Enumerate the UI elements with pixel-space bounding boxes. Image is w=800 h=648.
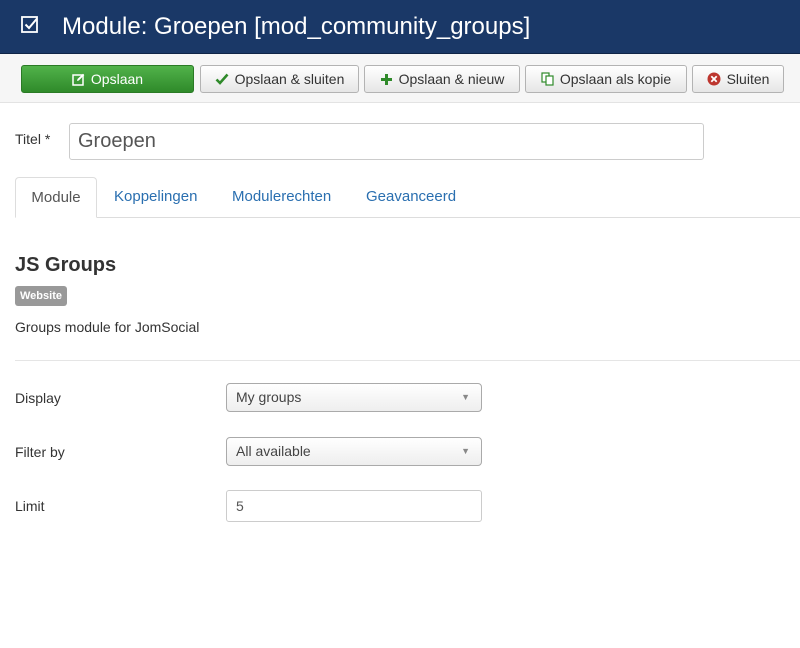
save-copy-label: Opslaan als kopie: [559, 71, 672, 87]
save-close-label: Opslaan & sluiten: [234, 71, 345, 87]
limit-label: Limit: [15, 498, 45, 514]
tab-koppelingen[interactable]: Koppelingen: [114, 177, 197, 218]
section-divider: [15, 360, 800, 361]
site-badge: Website: [15, 286, 67, 306]
check-icon: [215, 73, 229, 86]
limit-input[interactable]: [226, 490, 482, 522]
save-label: Opslaan: [90, 71, 144, 87]
tab-module[interactable]: Module: [15, 177, 97, 218]
display-value: My groups: [236, 389, 302, 405]
close-button[interactable]: Sluiten: [692, 65, 784, 93]
save-close-button[interactable]: Opslaan & sluiten: [200, 65, 359, 93]
plus-icon: [380, 73, 392, 85]
filter-select[interactable]: All available ▼: [226, 437, 482, 466]
save-new-label: Opslaan & nieuw: [398, 71, 505, 87]
page-title: Module: Groepen [mod_community_groups]: [62, 13, 531, 40]
title-input[interactable]: [69, 123, 704, 160]
module-description: Groups module for JomSocial: [15, 319, 200, 335]
close-circle-icon: [707, 72, 721, 86]
dropdown-arrow-icon: ▼: [461, 392, 470, 402]
save-button[interactable]: Opslaan: [21, 65, 194, 93]
edit-icon: [72, 73, 85, 86]
filter-value: All available: [236, 443, 311, 459]
toolbar: Opslaan Opslaan & sluiten Opslaan & nieu…: [0, 54, 800, 103]
display-select[interactable]: My groups ▼: [226, 383, 482, 412]
page-header: Module: Groepen [mod_community_groups]: [0, 0, 800, 54]
checkbox-icon: [21, 16, 38, 33]
save-copy-button[interactable]: Opslaan als kopie: [525, 65, 687, 93]
copy-icon: [541, 72, 554, 86]
close-label: Sluiten: [726, 71, 770, 87]
tab-modulerechten[interactable]: Modulerechten: [232, 177, 331, 218]
tab-geavanceerd[interactable]: Geavanceerd: [366, 177, 456, 218]
dropdown-arrow-icon: ▼: [461, 446, 470, 456]
save-new-button[interactable]: Opslaan & nieuw: [364, 65, 520, 93]
module-title: JS Groups: [15, 254, 117, 276]
display-label: Display: [15, 390, 61, 406]
title-label: Titel *: [15, 131, 51, 147]
filter-label: Filter by: [15, 444, 65, 460]
